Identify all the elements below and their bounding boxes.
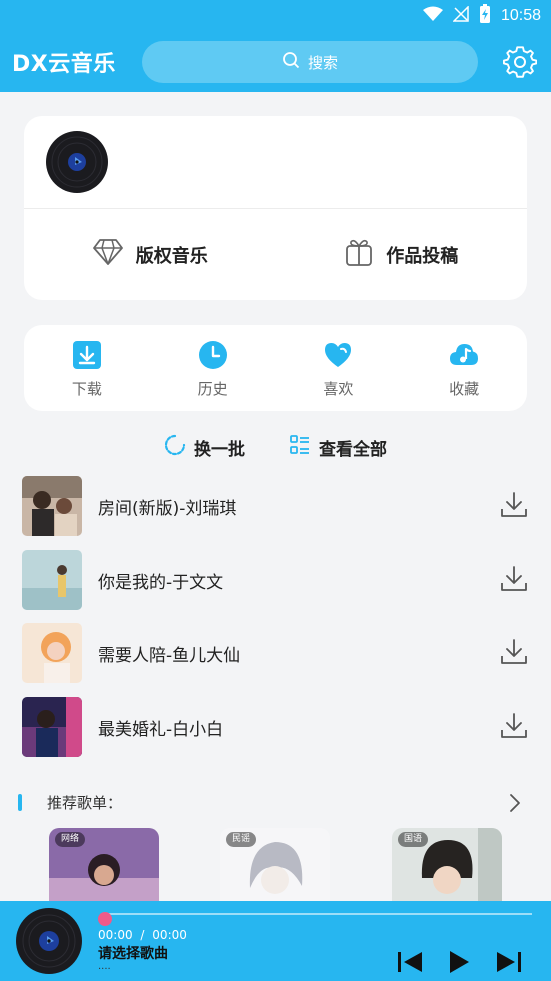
recommend-header: 推荐歌单：	[18, 791, 533, 815]
playlist-card[interactable]: 国语	[392, 828, 502, 902]
profile-card: 版权音乐 作品投稿	[24, 116, 527, 300]
diamond-icon	[92, 238, 124, 271]
profile-actions: 版权音乐 作品投稿	[24, 209, 527, 300]
battery-charging-icon	[479, 4, 491, 28]
history-button[interactable]: 历史	[150, 325, 276, 411]
playlist-card[interactable]: 网络	[49, 828, 159, 902]
collection-label: 收藏	[449, 380, 480, 398]
signal-icon	[452, 5, 469, 26]
progress-bar[interactable]	[104, 913, 532, 915]
chevron-right-icon[interactable]	[505, 791, 525, 815]
download-label: 下载	[71, 380, 102, 398]
song-list: 房间(新版)-刘瑞琪 你是我的-于文文 需要人陪-鱼儿大仙 最美婚礼-白小白	[0, 474, 551, 768]
gift-icon	[344, 237, 374, 272]
song-title: 你是我的-于文文	[98, 572, 224, 593]
time-display: 00:00 / 00:00	[98, 928, 187, 942]
now-playing-title: 请选择歌曲	[98, 946, 168, 962]
now-playing-subtitle: ....	[98, 961, 111, 972]
favorites-label: 喜欢	[323, 380, 354, 398]
collection-button[interactable]: 收藏	[401, 325, 527, 411]
refresh-batch-button[interactable]: 换一批	[164, 432, 245, 462]
history-label: 历史	[197, 380, 228, 398]
gear-icon[interactable]	[503, 45, 538, 79]
download-icon[interactable]	[499, 711, 529, 741]
app-bar: DX云音乐 搜索	[0, 36, 551, 88]
app-title: DX云音乐	[12, 52, 116, 77]
list-grid-icon	[289, 434, 311, 461]
song-item[interactable]: 房间(新版)-刘瑞琪	[0, 474, 551, 548]
copyright-music-button[interactable]: 版权音乐	[24, 209, 276, 300]
submit-work-label: 作品投稿	[386, 245, 459, 267]
status-bar: 10:58	[422, 4, 541, 28]
song-cover	[22, 476, 82, 536]
song-title: 需要人陪-鱼儿大仙	[98, 646, 241, 666]
progress-knob[interactable]	[98, 912, 112, 926]
playlist-tag: 国语	[398, 832, 429, 847]
playlist-tag: 网络	[55, 832, 86, 847]
batch-row: 换一批 查看全部	[0, 432, 551, 462]
cloud-music-icon	[449, 340, 479, 370]
heart-icon	[323, 340, 353, 370]
song-item[interactable]: 你是我的-于文文	[0, 548, 551, 622]
song-title: 房间(新版)-刘瑞琪	[98, 499, 237, 519]
recommend-title: 推荐歌单：	[47, 794, 123, 812]
search-icon	[282, 51, 300, 73]
top-bar: 10:58 DX云音乐 搜索	[0, 0, 551, 92]
playlist-card[interactable]: 民谣	[220, 828, 330, 902]
song-cover	[22, 696, 82, 757]
current-time: 00:00	[98, 928, 133, 942]
refresh-icon	[164, 434, 186, 461]
quick-actions-card: 下载 历史 喜欢 收藏	[24, 325, 527, 411]
search-placeholder: 搜索	[307, 53, 338, 72]
section-accent-bar	[18, 794, 22, 811]
previous-icon[interactable]	[395, 947, 425, 977]
next-icon[interactable]	[494, 947, 524, 977]
vinyl-disc-icon[interactable]	[16, 908, 82, 974]
play-icon[interactable]	[444, 947, 474, 977]
download-icon[interactable]	[499, 490, 529, 520]
song-cover	[22, 549, 82, 610]
playlist-row: 网络 民谣 国语	[0, 828, 551, 902]
view-all-button[interactable]: 查看全部	[289, 432, 387, 462]
clock-time: 10:58	[500, 7, 541, 24]
wifi-icon	[422, 6, 443, 26]
download-icon[interactable]	[499, 564, 529, 594]
song-title: 最美婚礼-白小白	[98, 719, 224, 740]
player-bar: 00:00 / 00:00 请选择歌曲 ....	[0, 901, 551, 981]
time-separator: /	[140, 928, 145, 942]
song-item[interactable]: 需要人陪-鱼儿大仙	[0, 621, 551, 695]
view-all-label: 查看全部	[319, 439, 387, 460]
submit-work-button[interactable]: 作品投稿	[276, 209, 528, 300]
clock-icon	[198, 340, 228, 370]
song-item[interactable]: 最美婚礼-白小白	[0, 695, 551, 769]
favorites-button[interactable]: 喜欢	[276, 325, 402, 411]
search-bar[interactable]: 搜索	[142, 41, 478, 83]
download-icon	[72, 340, 102, 370]
song-cover	[22, 623, 82, 683]
download-button[interactable]: 下载	[24, 325, 150, 411]
download-icon[interactable]	[499, 637, 529, 667]
copyright-music-label: 版权音乐	[135, 245, 208, 267]
vinyl-disc-icon[interactable]	[46, 131, 108, 193]
refresh-batch-label: 换一批	[194, 439, 245, 460]
total-time: 00:00	[152, 928, 187, 942]
playlist-tag: 民谣	[226, 832, 257, 847]
